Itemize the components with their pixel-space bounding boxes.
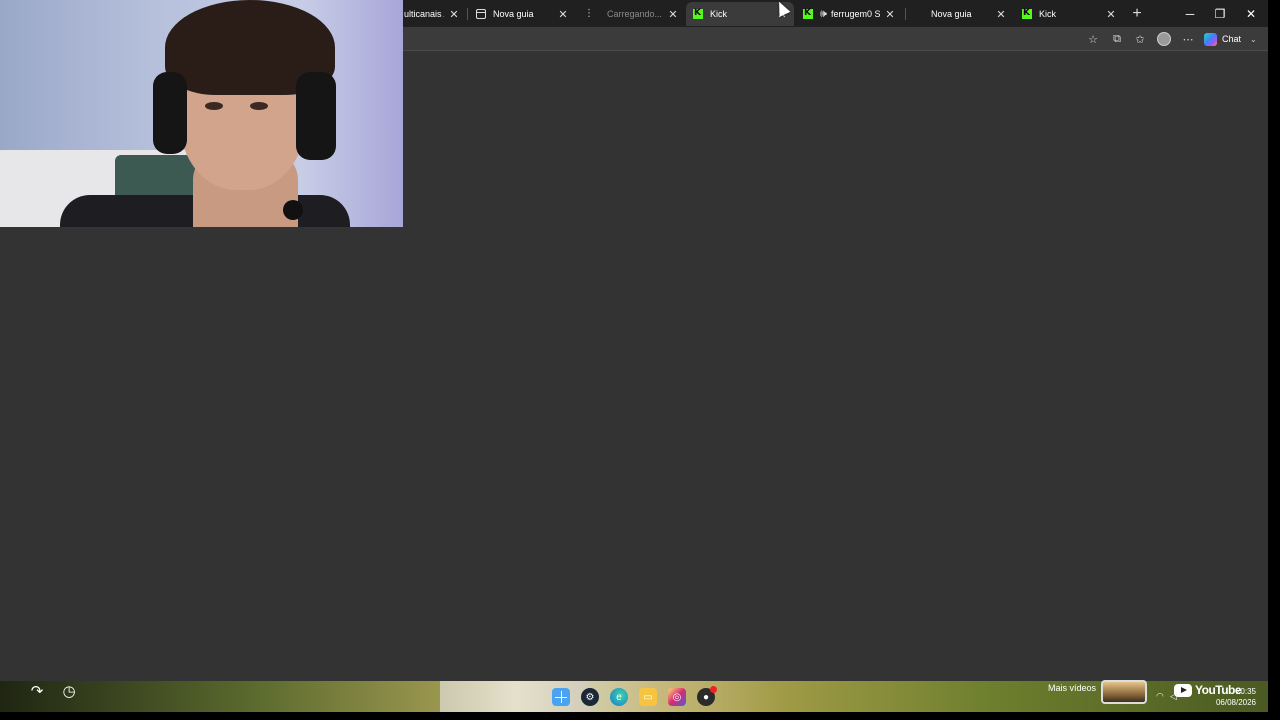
close-tab-icon[interactable]: ✕ (448, 8, 460, 21)
tab-ferrugem0-stream[interactable]: 🕪 ferrugem0 Strea ✕ (796, 2, 902, 26)
restore-icon[interactable]: ❐ (1205, 0, 1235, 27)
page-icon (475, 8, 487, 20)
microphone (283, 200, 303, 220)
close-window-icon[interactable]: ✕ (1236, 0, 1266, 27)
headset-left (153, 72, 187, 154)
favorites-icon[interactable]: ✩ (1131, 31, 1149, 47)
tab-label: Nova guia (931, 9, 972, 19)
video-thumbnail[interactable] (1101, 680, 1147, 704)
tab-label: ferrugem0 Strea (830, 9, 880, 19)
more-videos-label[interactable]: Mais vídeos (1048, 683, 1096, 693)
kick-icon (692, 8, 704, 20)
tab-separator (467, 8, 468, 20)
close-tab-icon[interactable]: ✕ (884, 8, 896, 21)
kick-icon (1021, 8, 1033, 20)
copilot-chat-button[interactable]: Chat ⌄ (1204, 31, 1257, 47)
system-tray: ◠ ◁ (1156, 691, 1177, 702)
webcam-overlay (0, 0, 403, 227)
loading-dots-icon: ⋮ (584, 8, 594, 19)
tab-label: Kick (710, 9, 728, 19)
right-border (1268, 0, 1280, 712)
tab-separator (905, 8, 906, 20)
tab-nova-guia-1[interactable]: Nova guia ✕ (469, 2, 575, 26)
copilot-icon (1204, 32, 1217, 46)
watch-later-clock-icon[interactable]: ◷ (60, 682, 78, 700)
recording-dot-icon (710, 686, 717, 693)
start-menu-icon[interactable] (552, 688, 570, 706)
clock-time: 20:35 (1235, 687, 1256, 696)
chevron-down-icon[interactable]: ⌄ (1250, 35, 1257, 44)
minimize-icon[interactable]: ─ (1175, 0, 1205, 27)
close-tab-icon[interactable]: ✕ (667, 8, 679, 21)
tab-label: Carregando... (607, 9, 663, 19)
steam-icon[interactable]: ⚙ (581, 688, 599, 706)
tab-kick-2[interactable]: Kick ✕ (1015, 2, 1123, 26)
right-eye (250, 102, 268, 110)
obs-icon[interactable]: ● (697, 686, 717, 706)
file-explorer-icon[interactable]: ▭ (639, 688, 657, 706)
headset-right (296, 72, 336, 160)
profile-avatar-icon[interactable] (1155, 31, 1173, 47)
left-eye (205, 102, 223, 110)
tab-label: Nova guia (493, 9, 534, 19)
tab-label: Kick (1039, 9, 1057, 19)
edge-browser-icon[interactable]: e (610, 688, 628, 706)
extensions-icon[interactable]: ⧉ (1108, 31, 1126, 47)
wifi-icon[interactable]: ◠ (1156, 691, 1164, 702)
share-icon[interactable]: ↷ (28, 682, 46, 700)
tab-loading[interactable]: ⋮ Carregando... ✕ (577, 2, 685, 26)
close-tab-icon[interactable]: ✕ (995, 8, 1007, 21)
volume-icon[interactable]: ◁ (1170, 691, 1177, 702)
close-tab-icon[interactable]: ✕ (557, 8, 569, 21)
chat-label: Chat (1222, 34, 1242, 44)
clock-date: 06/08/2026 (1215, 698, 1256, 707)
blank-tab-icon (913, 8, 925, 20)
kick-icon (802, 8, 814, 20)
close-tab-icon[interactable]: ✕ (1105, 8, 1117, 21)
more-options-icon[interactable]: ⋯ (1179, 31, 1197, 47)
tab-multicanais[interactable]: ulticanais Ass ✕ (398, 2, 466, 26)
instagram-icon[interactable]: ◎ (668, 688, 686, 706)
new-tab-button[interactable]: + (1127, 4, 1147, 24)
speaker-icon[interactable]: 🕪 (820, 8, 827, 21)
taskbar-clock[interactable]: 20:35 06/08/2026 (1208, 686, 1256, 708)
tab-label: ulticanais Ass (404, 9, 444, 19)
screen: ulticanais Ass ✕ Nova guia ✕ ⋮ Carregand… (0, 0, 1268, 712)
favorite-star-icon[interactable]: ☆ (1084, 31, 1102, 47)
tab-nova-guia-2[interactable]: Nova guia ✕ (907, 2, 1013, 26)
